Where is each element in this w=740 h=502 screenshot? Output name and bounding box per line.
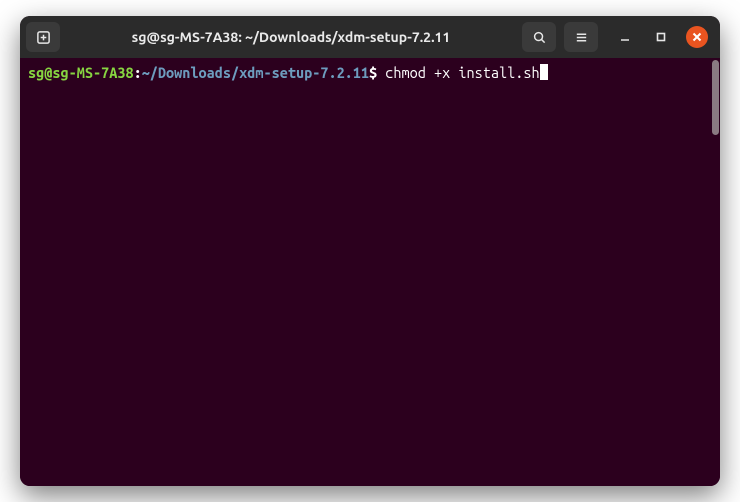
prompt-user-host: sg@sg-MS-7A38 (28, 64, 134, 82)
hamburger-menu-icon (574, 30, 589, 45)
prompt-path: ~/Downloads/xdm-setup-7.2.11 (142, 64, 369, 82)
prompt-symbol: $ (369, 64, 385, 82)
search-button[interactable] (522, 22, 556, 52)
menu-button[interactable] (564, 22, 598, 52)
terminal-window: sg@sg-MS-7A38: ~/Downloads/xdm-setup-7.2… (20, 16, 720, 486)
search-icon (532, 30, 547, 45)
close-button[interactable] (686, 26, 708, 48)
scrollbar-thumb[interactable] (712, 60, 719, 135)
new-tab-icon (36, 30, 51, 45)
minimize-icon (619, 31, 631, 43)
cursor (540, 64, 548, 80)
titlebar: sg@sg-MS-7A38: ~/Downloads/xdm-setup-7.2… (20, 16, 720, 58)
prompt-line: sg@sg-MS-7A38:~/Downloads/xdm-setup-7.2.… (28, 64, 712, 82)
window-controls (614, 26, 708, 48)
prompt-colon: : (134, 64, 142, 82)
command-text: chmod +x install.sh (385, 64, 539, 82)
window-title: sg@sg-MS-7A38: ~/Downloads/xdm-setup-7.2… (68, 29, 514, 45)
maximize-icon (655, 31, 667, 43)
terminal-body[interactable]: sg@sg-MS-7A38:~/Downloads/xdm-setup-7.2.… (20, 58, 720, 486)
minimize-button[interactable] (614, 26, 636, 48)
new-tab-button[interactable] (26, 22, 60, 52)
maximize-button[interactable] (650, 26, 672, 48)
close-icon (692, 32, 702, 42)
